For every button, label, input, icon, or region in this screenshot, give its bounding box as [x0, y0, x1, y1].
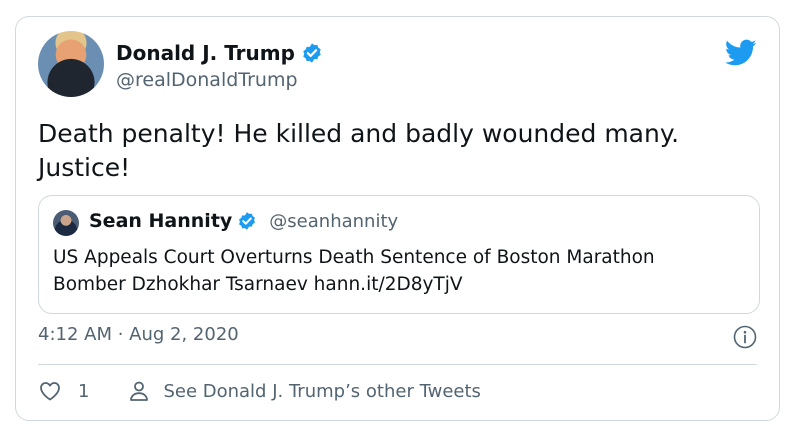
quoted-author-avatar	[53, 210, 79, 236]
quoted-text-line: Bomber Dzhokhar Tsarnaev hann.it/2D8yTjV	[53, 274, 463, 295]
tweet-text-line: Justice!	[38, 153, 131, 182]
quoted-author-name: Sean Hannity	[89, 210, 233, 232]
tweet-text: Death penalty! He killed and badly wound…	[38, 117, 758, 185]
tweet-card: Donald J. Trump @realDonaldTrump Death p…	[15, 16, 780, 421]
author-handle[interactable]: @realDonaldTrump	[116, 69, 298, 91]
tweet-timestamp[interactable]: 4:12 AM · Aug 2, 2020	[38, 324, 239, 345]
person-icon[interactable]	[127, 379, 151, 403]
quoted-author-row: Sean Hannity @seanhannity	[89, 210, 398, 232]
quoted-text-line: US Appeals Court Overturns Death Sentenc…	[53, 247, 655, 268]
tweet-text-line: Death penalty! He killed and badly wound…	[38, 119, 680, 148]
quoted-tweet-text: US Appeals Court Overturns Death Sentenc…	[53, 244, 753, 298]
tweet-actions: 1 See Donald J. Trump’s other Tweets	[38, 379, 481, 403]
author-avatar[interactable]	[38, 31, 104, 97]
author-name-row[interactable]: Donald J. Trump	[116, 41, 323, 65]
info-icon[interactable]	[733, 325, 757, 349]
author-name[interactable]: Donald J. Trump	[116, 41, 295, 65]
verified-badge-icon	[303, 43, 321, 63]
heart-icon[interactable]	[38, 379, 62, 403]
like-count[interactable]: 1	[78, 381, 89, 402]
quoted-author-handle: @seanhannity	[269, 210, 399, 232]
twitter-bird-icon[interactable]	[725, 39, 757, 67]
verified-badge-icon	[239, 212, 256, 230]
see-other-tweets-link[interactable]: See Donald J. Trump’s other Tweets	[163, 381, 480, 402]
divider	[38, 364, 757, 365]
quoted-tweet[interactable]: Sean Hannity @seanhannity US Appeals Cou…	[38, 195, 760, 314]
